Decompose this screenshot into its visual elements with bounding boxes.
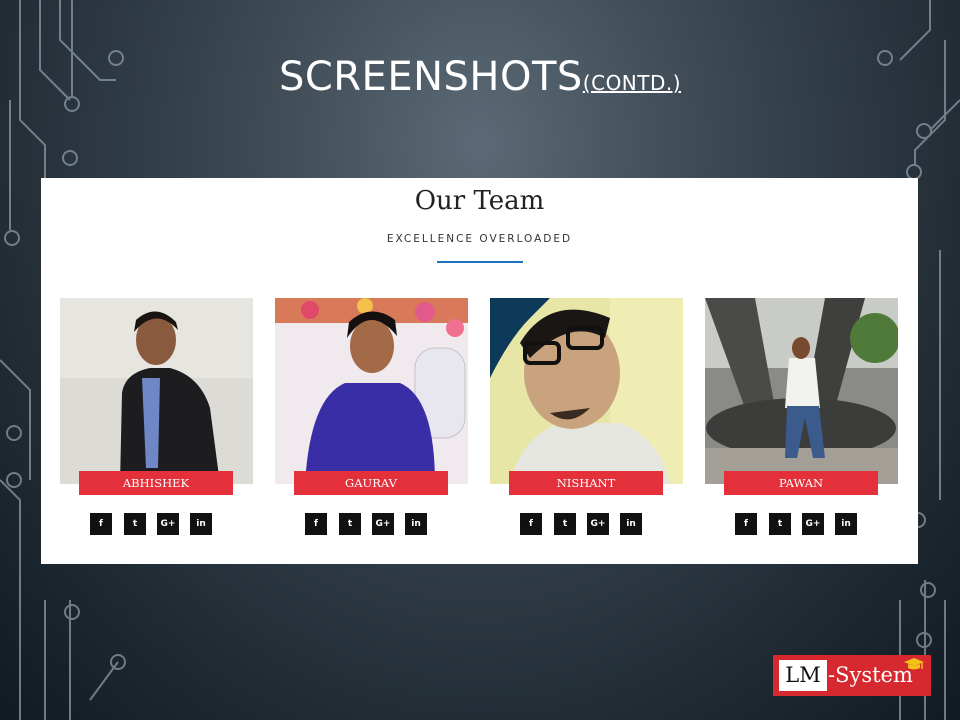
twitter-icon[interactable]: t [554,513,576,535]
facebook-icon[interactable]: f [520,513,542,535]
heading-divider [437,261,523,263]
facebook-icon[interactable]: f [305,513,327,535]
slide-title-main: SCREENSHOTS [278,54,583,100]
google-plus-icon[interactable]: G+ [587,513,609,535]
google-plus-icon[interactable]: G+ [372,513,394,535]
member-photo [705,298,898,484]
twitter-icon[interactable]: t [339,513,361,535]
facebook-icon[interactable]: f [90,513,112,535]
linkedin-icon[interactable]: in [190,513,212,535]
team-member-card: PAWAN f t G+ in [705,298,898,536]
team-heading: Our Team [414,186,545,216]
linkedin-icon[interactable]: in [835,513,857,535]
team-member-card: NISHANT f t G+ in [490,298,683,536]
slide-title: SCREENSHOTS(CONTD.) [0,54,960,100]
linkedin-icon[interactable]: in [405,513,427,535]
linkedin-icon[interactable]: in [620,513,642,535]
logo-text: -System [828,663,913,687]
member-name: NISHANT [509,471,663,495]
twitter-icon[interactable]: t [124,513,146,535]
member-photo [60,298,253,484]
google-plus-icon[interactable]: G+ [802,513,824,535]
member-photo [490,298,683,484]
team-screenshot: Our Team EXCELLENCE OVERLOADED ABHISHEK … [41,178,918,564]
member-photo [275,298,468,484]
google-plus-icon[interactable]: G+ [157,513,179,535]
member-name: PAWAN [724,471,878,495]
facebook-icon[interactable]: f [735,513,757,535]
team-member-card: GAURAV f t G+ in [275,298,468,536]
lm-system-logo: LM -System [773,655,931,696]
team-member-card: ABHISHEK f t G+ in [60,298,253,536]
team-subheading: EXCELLENCE OVERLOADED [386,233,573,245]
slide-title-sub: (CONTD.) [582,71,682,95]
logo-box: LM [779,660,827,691]
graduation-cap-icon [904,658,924,670]
member-name: ABHISHEK [79,471,233,495]
twitter-icon[interactable]: t [769,513,791,535]
member-name: GAURAV [294,471,448,495]
